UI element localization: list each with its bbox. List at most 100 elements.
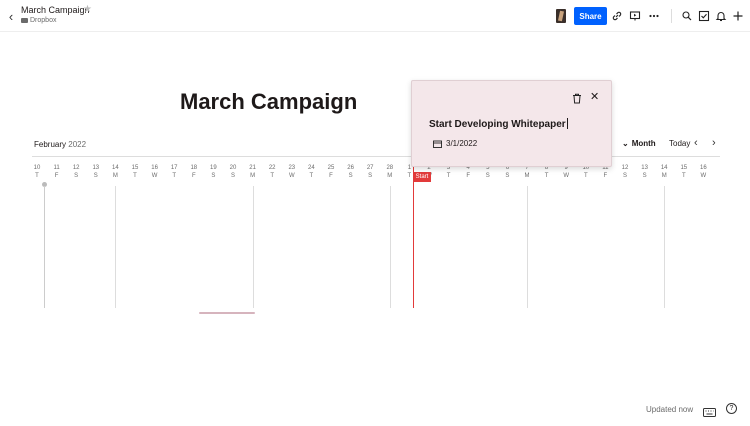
weekday-letter: F	[191, 173, 196, 179]
day-label: 25 F	[324, 164, 338, 180]
weekday-letter: M	[112, 173, 118, 179]
day-label: 12 S	[69, 164, 83, 180]
day-label: 15 T	[677, 164, 691, 180]
day-label: 14 M	[657, 164, 671, 180]
day-label: 10 T	[30, 164, 44, 180]
close-icon[interactable]: ✕	[590, 90, 599, 103]
day-number: 23	[288, 165, 296, 171]
bell-icon[interactable]	[714, 9, 728, 23]
today-line	[413, 164, 414, 308]
star-icon[interactable]: ★	[83, 4, 92, 15]
day-number: 12	[621, 165, 629, 171]
day-number: 15	[131, 165, 139, 171]
week-divider	[389, 186, 391, 308]
folder-icon	[21, 18, 28, 23]
text-cursor	[566, 118, 568, 129]
today-button[interactable]: Today	[669, 139, 690, 148]
back-arrow-icon[interactable]: ‹	[5, 9, 17, 24]
page-title[interactable]: March Campaign	[180, 89, 357, 115]
search-icon[interactable]	[680, 9, 694, 23]
day-label: 12 S	[618, 164, 632, 180]
task-date-field[interactable]: 3/1/2022	[433, 139, 477, 148]
keyboard-icon[interactable]	[703, 404, 716, 422]
help-icon[interactable]: ?	[726, 403, 737, 414]
task-date-value: 3/1/2022	[446, 139, 478, 148]
timeline-month-label: February 2022	[34, 140, 86, 149]
top-bar: ‹ March Campaign ★ Dropbox Share	[0, 0, 750, 32]
save-status: Updated now	[646, 405, 694, 414]
start-tag[interactable]: Start	[413, 172, 431, 182]
view-select[interactable]: ⌄ Month	[622, 139, 656, 148]
week-divider	[527, 186, 528, 308]
month-year: 2022	[68, 140, 87, 149]
week-divider	[252, 186, 254, 308]
day-number: 22	[268, 165, 276, 171]
trash-icon[interactable]	[572, 91, 582, 109]
weekday-letter: T	[309, 173, 314, 179]
day-number: 11	[53, 165, 60, 171]
timeline-axis	[32, 156, 720, 157]
day-number: 14	[660, 165, 668, 171]
day-label: 17 T	[167, 164, 181, 180]
timeline-marker-line	[44, 186, 45, 308]
weekday-letter: M	[250, 173, 256, 179]
more-icon[interactable]	[647, 9, 661, 23]
weekday-letter: T	[35, 173, 39, 179]
breadcrumb[interactable]: Dropbox	[21, 17, 56, 24]
weekday-letter: T	[446, 173, 451, 179]
link-icon[interactable]	[610, 9, 624, 23]
horizontal-scrollbar[interactable]	[199, 312, 255, 314]
day-number: 13	[92, 165, 100, 171]
chevron-down-icon: ⌄	[622, 139, 629, 148]
weekday-letter: M	[387, 173, 393, 179]
day-number: 17	[170, 165, 178, 171]
day-number: 14	[112, 165, 119, 171]
weekday-letter: S	[93, 173, 98, 179]
location-label: Dropbox	[30, 17, 57, 24]
day-number: 18	[190, 165, 198, 171]
day-number: 19	[210, 165, 217, 171]
weekday-letter: S	[348, 173, 353, 179]
weekday-letter: T	[270, 173, 275, 179]
weekday-letter: T	[681, 173, 686, 179]
weekday-letter: S	[230, 173, 235, 179]
weekday-letter: F	[329, 173, 333, 179]
day-label: 28 M	[383, 164, 397, 180]
day-label: 18 F	[187, 164, 201, 180]
weekday-letter: T	[133, 173, 137, 179]
day-label: 14 M	[108, 164, 122, 180]
day-label: 23 W	[285, 164, 299, 180]
day-number: 20	[229, 165, 237, 171]
checkbox-icon[interactable]	[697, 9, 711, 23]
weekday-letter: W	[700, 173, 707, 179]
calendar-icon	[433, 140, 442, 148]
chevron-left-icon[interactable]: ‹	[694, 137, 698, 149]
toolbar-divider	[671, 9, 672, 23]
day-label: 16 W	[696, 164, 710, 180]
day-number: 12	[72, 165, 80, 171]
weekday-letter: S	[622, 173, 627, 179]
weekday-letter: S	[368, 173, 373, 179]
day-number: 10	[33, 165, 41, 171]
weekday-letter: F	[466, 173, 471, 179]
present-icon[interactable]	[628, 9, 642, 23]
document-title[interactable]: March Campaign	[21, 5, 90, 15]
share-button[interactable]: Share	[574, 7, 607, 25]
view-select-label: Month	[631, 139, 656, 148]
task-name-input[interactable]: Start Developing Whitepaper	[429, 118, 568, 130]
day-number: 13	[641, 165, 648, 171]
task-popup: ✕ Start Developing Whitepaper 3/1/2022	[411, 80, 612, 167]
day-label: 22 T	[265, 164, 279, 180]
weekday-letter: M	[661, 173, 667, 179]
avatar[interactable]	[556, 9, 566, 23]
plus-icon[interactable]	[731, 9, 745, 23]
day-number: 26	[347, 165, 354, 171]
weekday-letter: M	[524, 173, 530, 179]
weekday-letter: T	[583, 173, 588, 179]
weekday-letter: S	[74, 173, 79, 179]
chevron-right-icon[interactable]: ›	[712, 137, 716, 149]
day-number: 27	[366, 165, 374, 171]
week-divider	[115, 186, 117, 308]
weekday-letter: T	[172, 173, 177, 179]
day-label: 16 W	[148, 164, 162, 180]
